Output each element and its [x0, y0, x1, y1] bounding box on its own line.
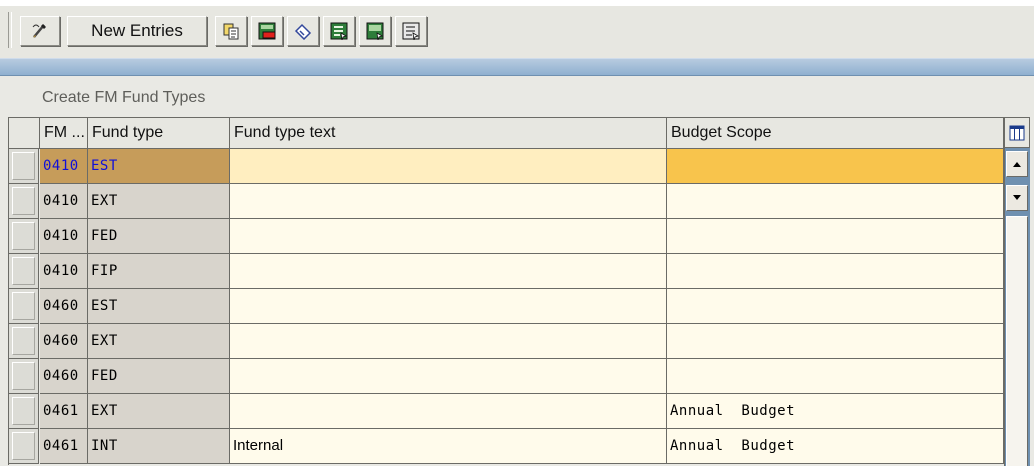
- fm-area-cell[interactable]: 0460: [40, 359, 88, 394]
- row-selector[interactable]: [9, 149, 39, 184]
- fm-area-cell[interactable]: 0461: [40, 429, 88, 464]
- budget-scope-input[interactable]: [667, 359, 1004, 394]
- fund-type-cell[interactable]: EXT: [88, 394, 230, 429]
- fund-type-text-input[interactable]: [230, 184, 667, 219]
- column-header-budget-scope[interactable]: Budget Scope: [667, 118, 1004, 149]
- fm-area-cell[interactable]: 0460: [40, 324, 88, 359]
- new-entries-label: New Entries: [91, 21, 183, 40]
- header-separator-bar: [0, 58, 1034, 76]
- undo-change-button[interactable]: [287, 16, 319, 46]
- copy-icon: [223, 23, 239, 40]
- fund-types-table: FM ... Fund type Fund type text Budget S…: [8, 117, 1006, 465]
- fm-area-cell[interactable]: 0410: [40, 254, 88, 289]
- fund-type-text-input[interactable]: Internal: [230, 429, 667, 464]
- fund-type-text-input[interactable]: [230, 219, 667, 254]
- row-selector[interactable]: [9, 219, 39, 254]
- row-selector[interactable]: [9, 324, 39, 359]
- column-header-fund-type[interactable]: Fund type: [88, 118, 230, 149]
- budget-scope-input[interactable]: [667, 254, 1004, 289]
- scroll-up-button[interactable]: [1006, 151, 1028, 177]
- fund-type-cell[interactable]: INT: [88, 429, 230, 464]
- row-selector[interactable]: [9, 184, 39, 219]
- fund-type-cell[interactable]: EXT: [88, 324, 230, 359]
- deselect-all-button[interactable]: [395, 16, 427, 46]
- section-title: Create FM Fund Types: [42, 89, 206, 106]
- budget-scope-input[interactable]: Annual Budget: [667, 394, 1004, 429]
- copy-button[interactable]: [215, 16, 247, 46]
- budget-scope-input[interactable]: [667, 149, 1004, 184]
- budget-scope-input[interactable]: [667, 219, 1004, 254]
- vertical-scrollbar-thumb[interactable]: [1006, 216, 1028, 466]
- arrow-up-icon: [1013, 162, 1021, 167]
- row-selector[interactable]: [9, 359, 39, 394]
- fund-type-cell[interactable]: FIP: [88, 254, 230, 289]
- arrow-down-icon: [1013, 195, 1021, 200]
- toolbar-separator: [8, 12, 12, 48]
- fund-type-cell[interactable]: EST: [88, 149, 230, 184]
- application-toolbar: New Entries: [0, 0, 1034, 58]
- row-selector[interactable]: [9, 254, 39, 289]
- fund-type-text-input[interactable]: [230, 289, 667, 324]
- new-entries-button[interactable]: New Entries: [67, 16, 207, 46]
- display-change-icon: [32, 24, 46, 38]
- fund-type-text-input[interactable]: [230, 324, 667, 359]
- fund-type-cell[interactable]: EXT: [88, 184, 230, 219]
- row-selector[interactable]: [9, 394, 39, 429]
- fund-type-text-input[interactable]: [230, 254, 667, 289]
- column-settings-button[interactable]: [1004, 117, 1030, 148]
- fm-area-cell[interactable]: 0461: [40, 394, 88, 429]
- row-selector[interactable]: [9, 429, 39, 464]
- fm-area-cell[interactable]: 0410: [40, 184, 88, 219]
- budget-scope-input[interactable]: [667, 184, 1004, 219]
- fund-type-text-input[interactable]: [230, 394, 667, 429]
- fund-type-cell[interactable]: EST: [88, 289, 230, 324]
- column-header-fund-type-text[interactable]: Fund type text: [230, 118, 667, 149]
- row-selector[interactable]: [9, 289, 39, 324]
- select-all-icon: [330, 22, 348, 40]
- column-header-fm[interactable]: FM ...: [40, 118, 88, 149]
- undo-icon: [294, 23, 312, 40]
- budget-scope-input[interactable]: [667, 324, 1004, 359]
- delete-button[interactable]: [251, 16, 283, 46]
- fm-area-cell[interactable]: 0410: [40, 149, 88, 184]
- deselect-all-icon: [402, 22, 420, 40]
- fund-type-cell[interactable]: FED: [88, 359, 230, 394]
- select-block-button[interactable]: [359, 16, 391, 46]
- fm-area-cell[interactable]: 0410: [40, 219, 88, 254]
- fm-area-cell[interactable]: 0460: [40, 289, 88, 324]
- fund-type-text-input[interactable]: [230, 359, 667, 394]
- delete-icon: [258, 22, 276, 40]
- select-all-button[interactable]: [323, 16, 355, 46]
- select-all-rows-cell[interactable]: [9, 118, 40, 149]
- table-settings-icon: [1009, 125, 1025, 140]
- select-block-icon: [366, 22, 384, 40]
- budget-scope-input[interactable]: Annual Budget: [667, 429, 1004, 464]
- fund-type-text-input[interactable]: [230, 149, 667, 184]
- display-change-button[interactable]: [20, 16, 60, 46]
- scroll-down-button[interactable]: [1006, 185, 1028, 211]
- fund-type-cell[interactable]: FED: [88, 219, 230, 254]
- budget-scope-input[interactable]: [667, 289, 1004, 324]
